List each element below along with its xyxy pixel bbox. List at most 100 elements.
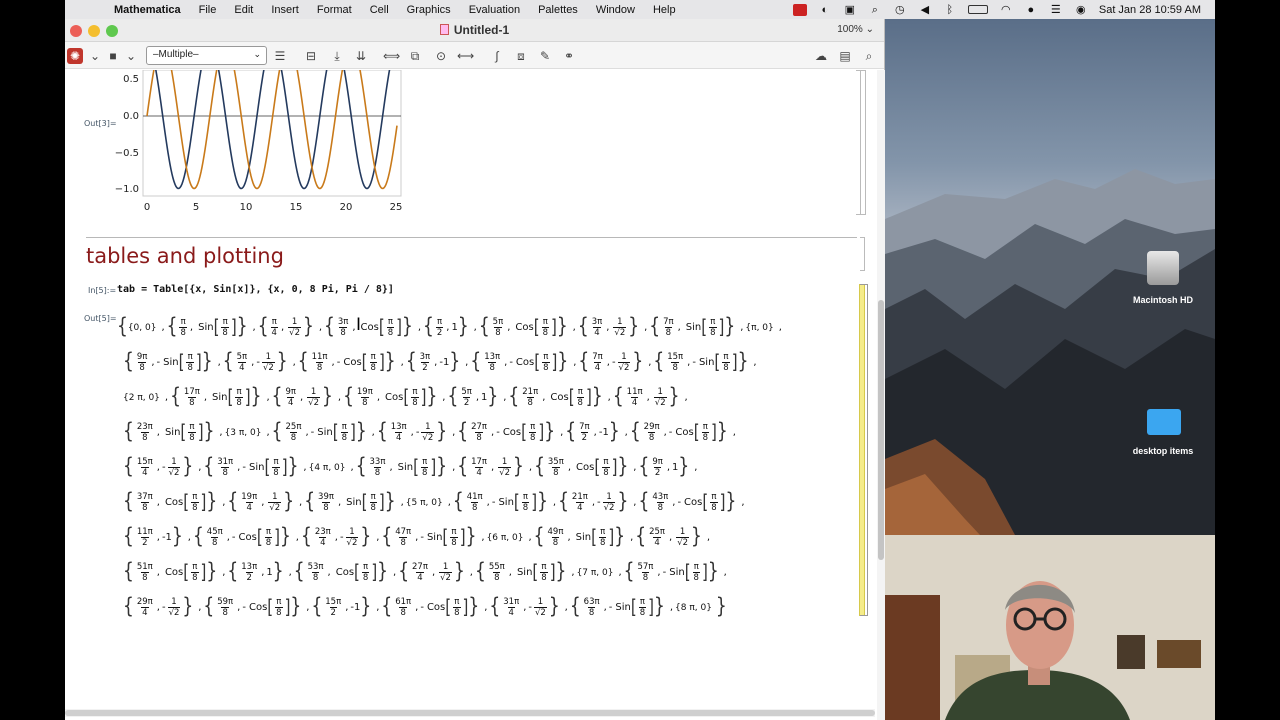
evaluate-cell-icon[interactable]: ⤓ xyxy=(329,48,345,64)
menu-evaluation[interactable]: Evaluation xyxy=(460,4,529,16)
cell-bracket[interactable] xyxy=(861,70,866,215)
resize-icon[interactable]: ⟺ xyxy=(383,48,400,64)
close-brace: } xyxy=(555,559,567,585)
range-icon[interactable]: ⟷ xyxy=(457,48,474,64)
denominator: 8 xyxy=(709,327,717,338)
denominator: 8 xyxy=(221,467,229,478)
menubar-datetime[interactable]: Sat Jan 28 10:59 AM xyxy=(1099,4,1201,16)
volume-icon[interactable]: ◀ xyxy=(918,4,932,16)
menu-app-name[interactable]: Mathematica xyxy=(105,4,190,16)
cell-group-icon[interactable]: ⊟ xyxy=(303,48,319,64)
cell-style-select[interactable]: –Multiple– ⌄ xyxy=(146,46,267,65)
out5-label: Out[5]= xyxy=(84,314,117,323)
x-tick-label: 10 xyxy=(240,202,253,213)
numerator: 11π xyxy=(311,352,328,362)
input-code[interactable]: tab = Table[{x, Sin[x]}, {x, 0, 8 Pi, Pi… xyxy=(117,284,394,295)
denominator: 8 xyxy=(641,572,650,583)
zoom-level[interactable]: 100% ⌄ xyxy=(837,24,874,35)
fraction: 1 √2 xyxy=(345,527,359,548)
pen-icon[interactable]: ✎ xyxy=(537,48,553,64)
left-letterbox xyxy=(0,0,65,720)
menu-window[interactable]: Window xyxy=(587,4,644,16)
notebook-icon[interactable]: ▤ xyxy=(837,48,853,64)
close-brace: } xyxy=(556,314,568,340)
open-bracket: [ xyxy=(693,420,700,444)
math-icon[interactable]: ∫ xyxy=(489,48,505,64)
minus-sign: - xyxy=(668,427,673,438)
numerator: π xyxy=(454,597,460,607)
evaluate-all-icon[interactable]: ⇊ xyxy=(353,48,369,64)
macintosh-hd-icon[interactable] xyxy=(1147,251,1179,285)
gear-icon[interactable]: ✺ xyxy=(67,48,83,64)
search-icon[interactable]: ⌕ xyxy=(868,4,882,16)
chevron-down-icon[interactable]: ⌄ xyxy=(87,48,103,64)
table-element: {51π 8, Cos[π 8]} xyxy=(123,559,218,585)
dropbox-icon[interactable]: ▣ xyxy=(843,4,857,16)
bluetooth-icon[interactable]: ᛒ xyxy=(943,4,957,16)
fraction: π8 xyxy=(235,387,243,408)
cell-bracket[interactable] xyxy=(860,284,868,616)
comma: , xyxy=(226,532,230,543)
scroll-thumb[interactable] xyxy=(65,710,875,716)
table-element: {8 π, 0} xyxy=(675,603,712,613)
screen-share-icon[interactable]: ◐ xyxy=(818,4,832,16)
comma: , xyxy=(203,392,208,403)
link-icon[interactable]: ⚭ xyxy=(561,48,577,64)
table-element: {17π 4, 1 √2} xyxy=(457,456,524,478)
minus-sign: - xyxy=(597,497,601,508)
control-center-icon[interactable]: ☰ xyxy=(1049,4,1063,16)
close-brace: } xyxy=(465,524,477,550)
menu-help[interactable]: Help xyxy=(644,4,685,16)
ellipsis-icon[interactable]: ⊙ xyxy=(433,48,449,64)
numerator: 1 xyxy=(310,387,317,397)
table-element: {33π 8, Sin[π 8]} xyxy=(356,456,447,478)
menu-graphics[interactable]: Graphics xyxy=(398,4,460,16)
menu-format[interactable]: Format xyxy=(308,4,361,16)
cloud-upload-icon[interactable]: ☁ xyxy=(813,48,829,64)
menu-insert[interactable]: Insert xyxy=(262,4,308,16)
table-element: {21π 8, Cos[π 8]} xyxy=(508,386,602,408)
recording-icon[interactable] xyxy=(792,3,807,16)
comma: , xyxy=(508,567,512,578)
folder-icon[interactable] xyxy=(1147,409,1181,435)
denominator: 8 xyxy=(141,432,149,443)
menu-file[interactable]: File xyxy=(190,4,226,16)
search-icon[interactable]: ⌕ xyxy=(861,48,877,64)
chevron-down-icon[interactable]: ⌄ xyxy=(123,48,139,64)
close-brace: } xyxy=(287,454,299,480)
fraction: π8 xyxy=(722,352,730,373)
section-title: tables and plotting xyxy=(86,244,284,268)
close-brace: } xyxy=(206,559,218,585)
comma: , xyxy=(528,462,533,473)
fraction: 11π 2 xyxy=(136,527,154,548)
function-name: Cos xyxy=(684,497,703,508)
scroll-thumb[interactable] xyxy=(878,300,884,560)
menu-edit[interactable]: Edit xyxy=(225,4,262,16)
open-brace: { xyxy=(534,454,545,480)
battery-icon[interactable] xyxy=(967,5,988,14)
comma: , xyxy=(618,567,622,578)
denominator: 8 xyxy=(411,397,419,408)
comma: , xyxy=(252,322,256,333)
numerator: 5π xyxy=(461,387,472,397)
menu-palettes[interactable]: Palettes xyxy=(529,4,587,16)
vertical-scrollbar[interactable] xyxy=(877,70,885,720)
menu-cell[interactable]: Cell xyxy=(361,4,398,16)
siri-icon[interactable]: ◉ xyxy=(1074,4,1088,16)
formula-icon[interactable]: ⧈ xyxy=(513,48,529,64)
open-brace: { xyxy=(423,314,434,340)
denominator: 8 xyxy=(138,362,146,373)
fraction: 17π 4 xyxy=(470,457,488,478)
function-name: Cos xyxy=(550,392,569,403)
stop-icon[interactable]: ■ xyxy=(105,48,121,64)
comma: , xyxy=(452,427,456,438)
cell-bracket[interactable] xyxy=(860,237,865,271)
wifi-icon[interactable]: ◠ xyxy=(999,4,1013,16)
clip-icon[interactable]: ⧉ xyxy=(407,48,423,64)
user-icon[interactable]: ● xyxy=(1024,4,1038,16)
menu-lines-icon[interactable]: ☰ xyxy=(272,48,288,64)
timer-icon[interactable]: ◷ xyxy=(893,4,907,16)
denominator: 4 xyxy=(507,607,515,618)
apple-icon[interactable] xyxy=(79,3,93,17)
horizontal-scrollbar[interactable] xyxy=(65,709,875,717)
